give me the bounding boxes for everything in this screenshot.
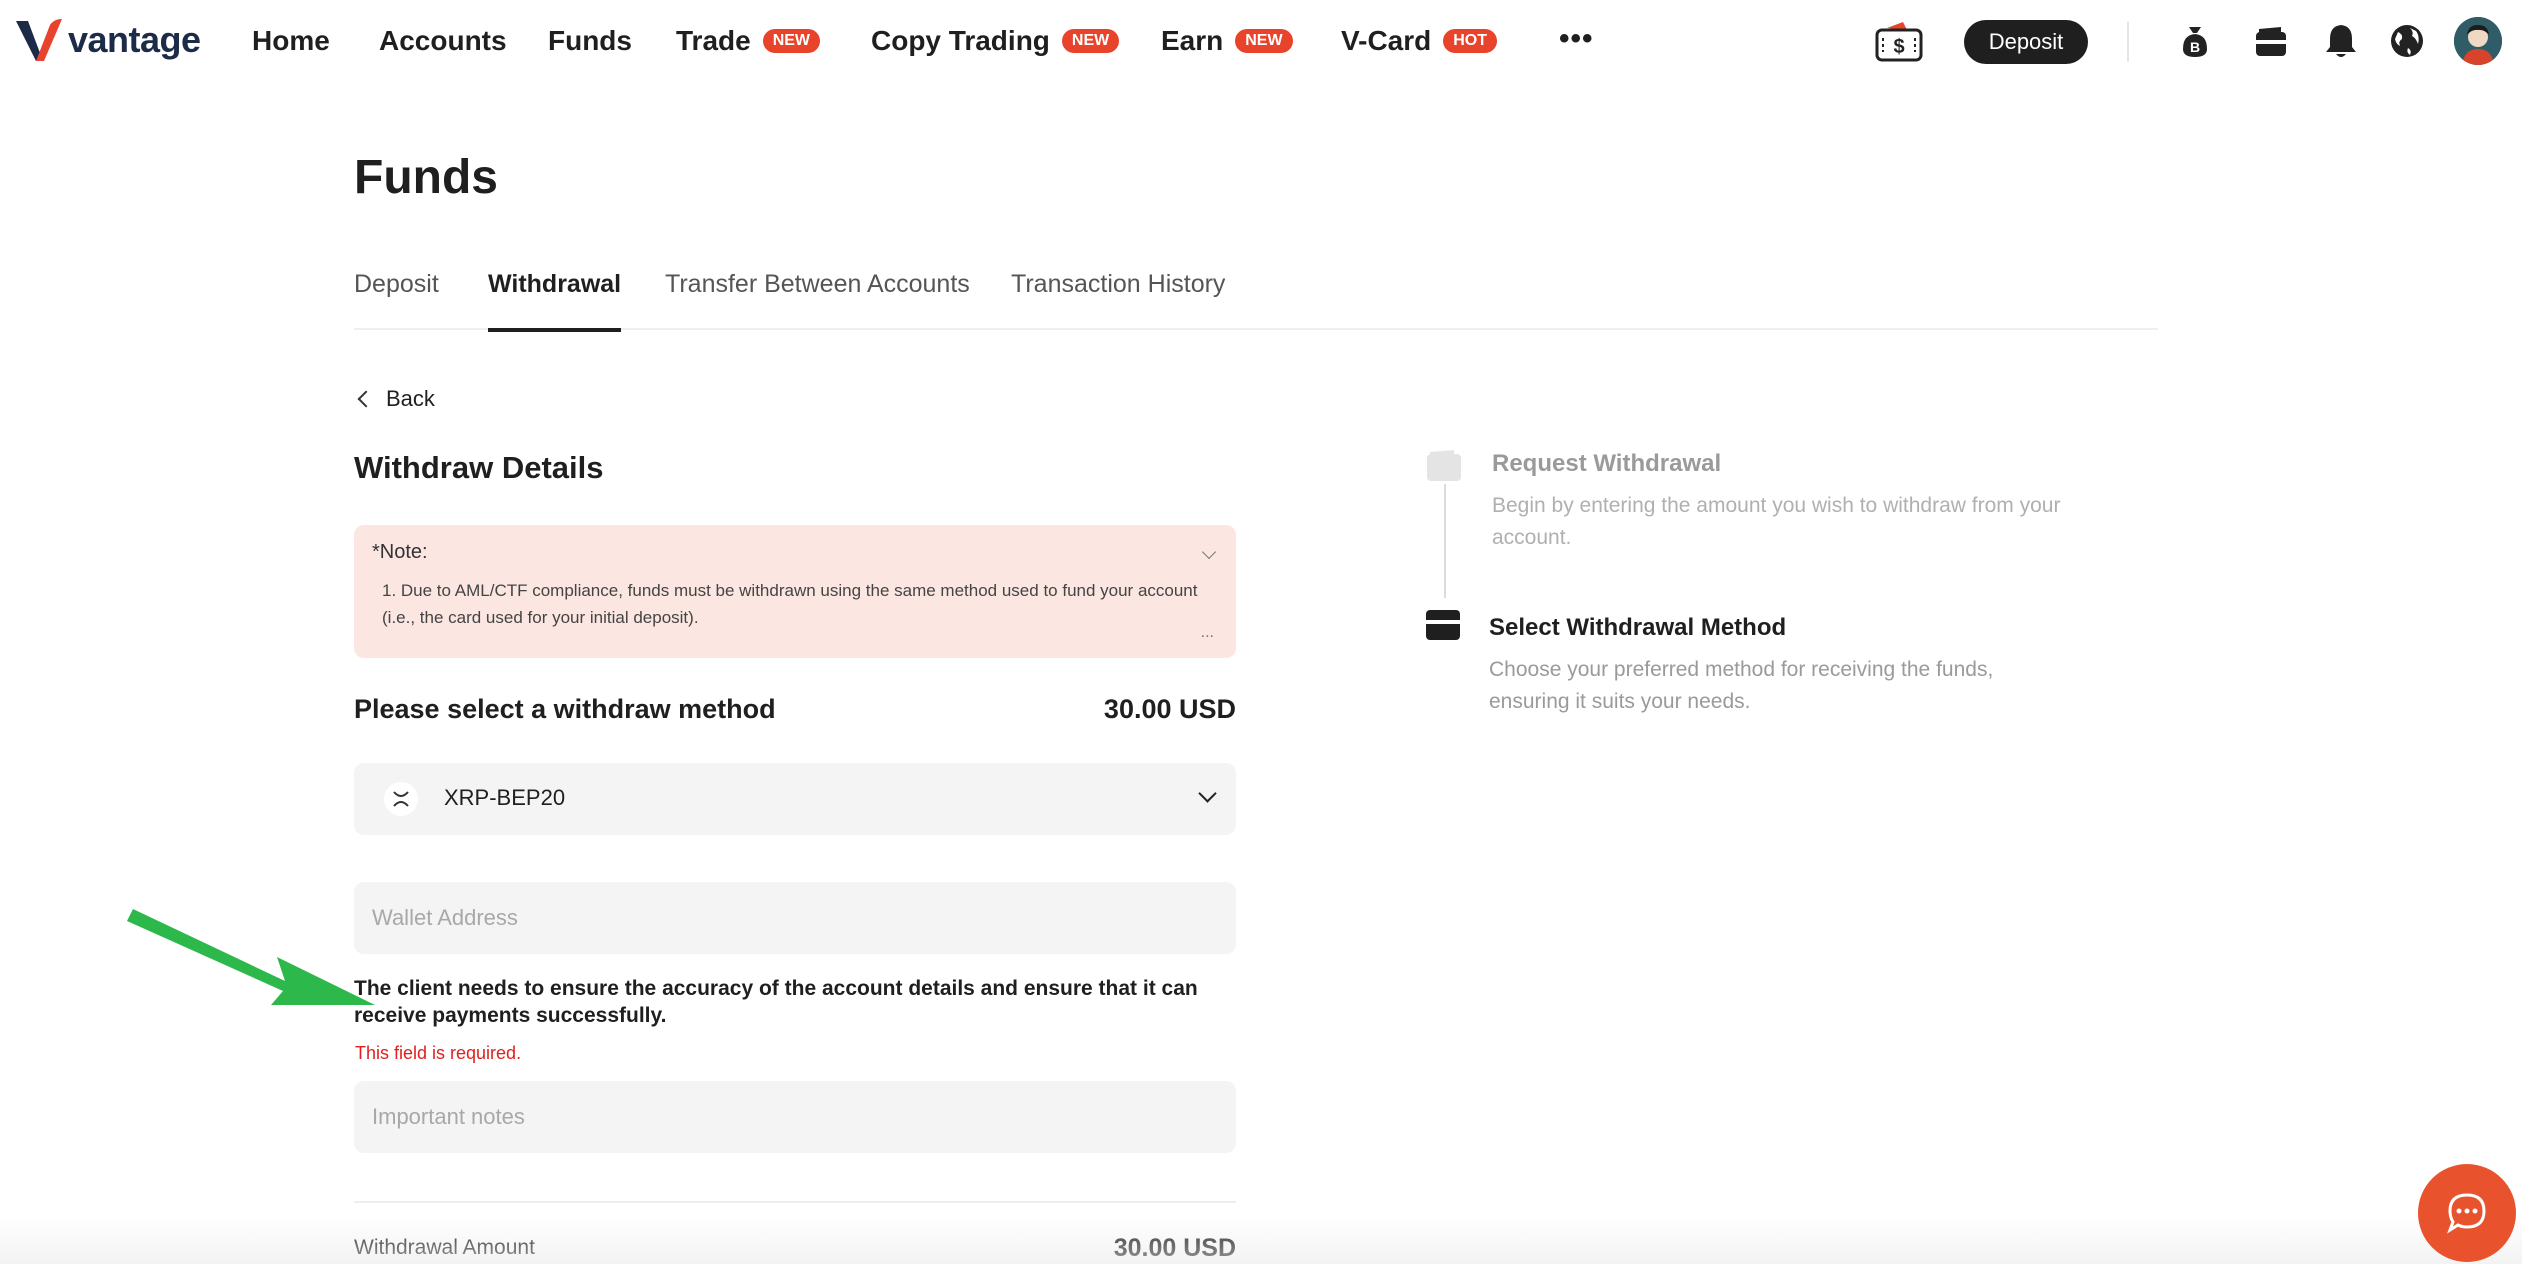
note-more-ellipsis[interactable]: ... [1201, 624, 1214, 642]
tab-withdrawal[interactable]: Withdrawal [488, 268, 622, 332]
funds-tabs: Deposit Withdrawal Transfer Between Acco… [354, 268, 2158, 332]
new-badge: NEW [1061, 29, 1120, 53]
nav-v-card[interactable]: V-Card HOT [1341, 20, 1498, 62]
hot-badge: HOT [1443, 29, 1498, 53]
selected-method-value: XRP-BEP20 [444, 785, 566, 810]
withdraw-method-header: Please select a withdraw method 30.00 US… [354, 694, 1236, 730]
tab-transfer-between-accounts[interactable]: Transfer Between Accounts [665, 268, 970, 330]
bitcoin-bag-icon[interactable]: B [2172, 18, 2218, 64]
account-accuracy-warning: The client needs to ensure the accuracy … [354, 977, 1198, 1027]
bell-icon[interactable] [2318, 18, 2364, 64]
live-chat-button[interactable] [2418, 1164, 2516, 1262]
step-request-withdrawal-desc: Begin by entering the amount you wish to… [1492, 494, 2061, 549]
withdraw-method-label: Please select a withdraw method [354, 694, 776, 724]
note-text: 1. Due to AML/CTF compliance, funds must… [382, 581, 1198, 627]
wallet-address-input[interactable] [354, 882, 1236, 954]
tab-history-label: Transaction History [1011, 270, 1226, 298]
deposit-button[interactable]: Deposit [1964, 20, 2088, 64]
svg-text:B: B [2190, 39, 2200, 55]
withdraw-method-select[interactable]: XRP-BEP20 [354, 763, 1236, 835]
available-amount: 30.00 USD [1103, 694, 1236, 724]
tab-transaction-history[interactable]: Transaction History [1011, 268, 1225, 330]
tab-deposit[interactable]: Deposit [354, 268, 439, 330]
vantage-logo-mark-icon [16, 19, 62, 61]
xrp-icon [384, 782, 418, 816]
compliance-note: *Note: 1. Due to AML/CTF compliance, fun… [354, 525, 1236, 658]
chevron-left-icon [357, 390, 375, 408]
nav-divider [2127, 22, 2129, 62]
logo-text: vantage [68, 19, 201, 60]
withdraw-details-title: Withdraw Details [354, 450, 604, 485]
wallet-address-error: This field is required. [355, 1043, 522, 1063]
select-method-step-icon [1425, 608, 1461, 642]
nav-earn[interactable]: Earn NEW [1161, 20, 1293, 62]
nav-home[interactable]: Home [252, 20, 330, 62]
tab-withdrawal-label: Withdrawal [488, 270, 622, 298]
withdrawal-amount-label: Withdrawal Amount [354, 1236, 535, 1259]
nav-v-card-label: V-Card [1341, 25, 1432, 56]
request-withdrawal-step-icon [1426, 448, 1462, 482]
divider [354, 1201, 1236, 1203]
nav-funds-label: Funds [548, 25, 632, 56]
more-menu-icon[interactable]: ••• [1559, 22, 1594, 56]
tab-transfer-label: Transfer Between Accounts [665, 270, 970, 298]
step-connector-line [1444, 484, 1446, 598]
page-title: Funds [354, 151, 498, 204]
vantage-logo[interactable]: vantage [14, 16, 201, 64]
cashback-ticket-icon[interactable]: $ [1873, 16, 1925, 68]
chat-bubble-icon [2447, 1193, 2486, 1234]
step-request-withdrawal-title: Request Withdrawal [1492, 450, 1722, 477]
nav-trade[interactable]: Trade NEW [676, 20, 821, 62]
new-badge: NEW [1235, 29, 1293, 53]
chevron-down-icon [1198, 784, 1217, 803]
top-navbar: vantage Home Accounts Funds Trade NEW Co… [0, 0, 2522, 82]
nav-accounts-label: Accounts [379, 25, 507, 56]
green-annotation-arrow-icon [127, 909, 375, 1005]
chevron-down-icon[interactable] [1201, 544, 1217, 560]
nav-earn-label: Earn [1161, 25, 1224, 56]
nav-copy-trading-label: Copy Trading [871, 25, 1050, 56]
nav-home-label: Home [252, 25, 330, 56]
nav-copy-trading[interactable]: Copy Trading NEW [871, 20, 1120, 62]
svg-text:$: $ [1893, 36, 1904, 58]
withdrawal-amount-value: 30.00 USD [1113, 1234, 1236, 1262]
wallet-icon[interactable] [2248, 18, 2294, 64]
nav-trade-label: Trade [676, 25, 751, 56]
back-link[interactable]: Back [356, 386, 435, 412]
nav-accounts[interactable]: Accounts [379, 20, 507, 62]
note-title: *Note: [372, 541, 428, 563]
new-badge: NEW [762, 29, 821, 53]
step-select-method-desc: Choose your preferred method for receivi… [1489, 658, 1994, 713]
back-label: Back [386, 386, 435, 411]
nav-funds[interactable]: Funds [548, 20, 632, 62]
avatar[interactable] [2454, 17, 2502, 65]
important-notes-input[interactable] [354, 1081, 1236, 1153]
globe-icon[interactable] [2384, 18, 2430, 64]
tab-deposit-label: Deposit [354, 270, 439, 298]
step-select-method-title: Select Withdrawal Method [1489, 614, 1787, 641]
